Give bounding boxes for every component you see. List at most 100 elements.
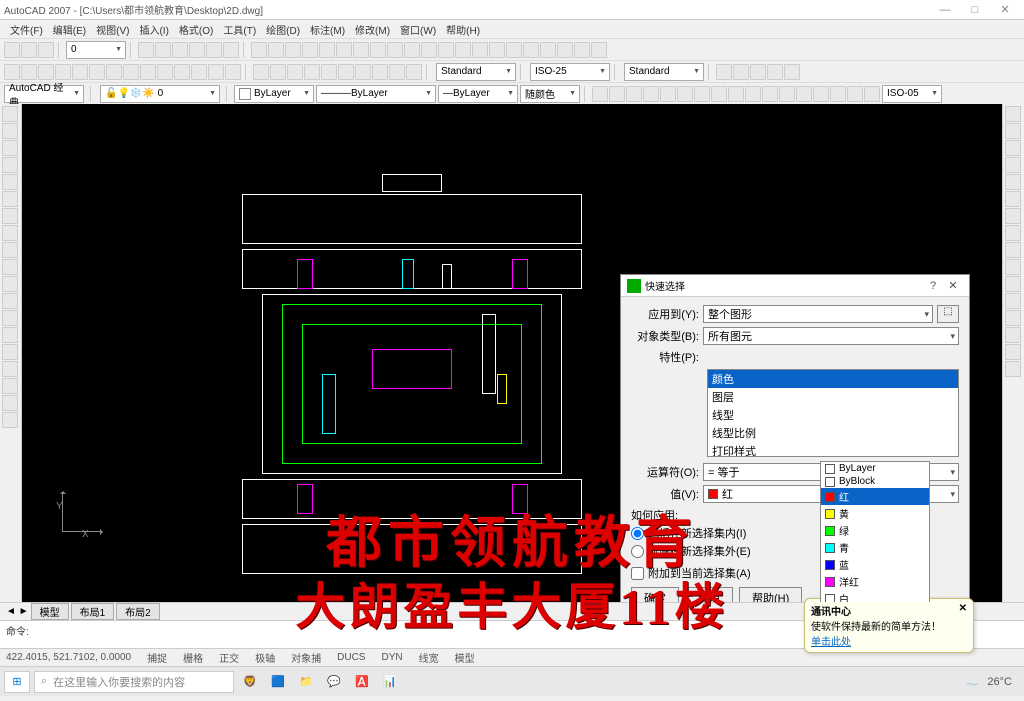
gradient-tool-icon[interactable]	[2, 361, 18, 377]
lineweight-dropdown[interactable]: — ByLayer	[438, 85, 518, 103]
color-option-yellow[interactable]: 黄	[821, 505, 929, 522]
tb-icon[interactable]	[189, 42, 205, 58]
tb-icon[interactable]	[716, 64, 732, 80]
tb-icon[interactable]	[750, 64, 766, 80]
menu-tools[interactable]: 工具(T)	[219, 22, 260, 37]
rotate-tool-icon[interactable]	[1005, 208, 1021, 224]
ellipsearc-tool-icon[interactable]	[2, 276, 18, 292]
notif-link[interactable]: 单击此处	[811, 637, 851, 648]
tb-icon[interactable]	[270, 64, 286, 80]
ok-button[interactable]: 确定	[631, 587, 679, 602]
tb-icon[interactable]	[172, 42, 188, 58]
polyline-tool-icon[interactable]	[2, 140, 18, 156]
menu-file[interactable]: 文件(F)	[6, 22, 47, 37]
tb-icon[interactable]	[643, 86, 659, 102]
tb-icon[interactable]	[389, 64, 405, 80]
tab-model[interactable]: 模型	[31, 603, 69, 620]
taskbar-app-icon[interactable]: 📁	[294, 671, 318, 693]
menu-dimension[interactable]: 标注(M)	[306, 22, 349, 37]
hatch-tool-icon[interactable]	[2, 344, 18, 360]
taskbar-app-icon[interactable]: 🅰️	[350, 671, 374, 693]
tb-icon[interactable]	[591, 42, 607, 58]
tb-icon[interactable]	[225, 64, 241, 80]
menu-help[interactable]: 帮助(H)	[442, 22, 484, 37]
tb-icon[interactable]	[55, 64, 71, 80]
arc-tool-icon[interactable]	[2, 191, 18, 207]
tb-icon[interactable]	[745, 86, 761, 102]
tb-icon[interactable]	[89, 64, 105, 80]
plotstyle-dropdown[interactable]: 随颜色	[520, 85, 580, 103]
status-lwt[interactable]: 线宽	[419, 650, 439, 665]
array-tool-icon[interactable]	[1005, 174, 1021, 190]
stretch-tool-icon[interactable]	[1005, 242, 1021, 258]
apply-to-select[interactable]: 整个图形	[703, 305, 933, 323]
tb-icon[interactable]	[336, 42, 352, 58]
tb-icon[interactable]	[370, 42, 386, 58]
status-dyn[interactable]: DYN	[381, 652, 402, 663]
move-tool-icon[interactable]	[1005, 191, 1021, 207]
tb-icon[interactable]	[830, 86, 846, 102]
color-dropdown[interactable]: ByLayer	[234, 85, 314, 103]
tb-icon[interactable]	[138, 42, 154, 58]
insert-tool-icon[interactable]	[2, 293, 18, 309]
object-type-select[interactable]: 所有图元	[703, 327, 959, 345]
tb-icon[interactable]	[155, 42, 171, 58]
block-tool-icon[interactable]	[2, 310, 18, 326]
status-snap[interactable]: 捕捉	[147, 650, 167, 665]
weather-icon[interactable]: ☁️	[966, 675, 980, 688]
tb-icon[interactable]	[319, 42, 335, 58]
menu-window[interactable]: 窗口(W)	[396, 22, 440, 37]
region-tool-icon[interactable]	[2, 378, 18, 394]
status-ducs[interactable]: DUCS	[337, 652, 365, 663]
taskbar-app-icon[interactable]: 💬	[322, 671, 346, 693]
color-option-magenta[interactable]: 洋红	[821, 573, 929, 590]
tb-icon[interactable]	[784, 64, 800, 80]
offset-tool-icon[interactable]	[1005, 157, 1021, 173]
revcloud-tool-icon[interactable]	[2, 225, 18, 241]
status-osnap[interactable]: 对象捕	[291, 650, 321, 665]
close-button[interactable]: ✕	[990, 3, 1020, 16]
linetype-dropdown[interactable]: ——— ByLayer	[316, 85, 436, 103]
tb-icon[interactable]	[592, 86, 608, 102]
tb-icon[interactable]	[762, 86, 778, 102]
polygon-tool-icon[interactable]	[2, 157, 18, 173]
trim-tool-icon[interactable]	[1005, 259, 1021, 275]
tb-icon[interactable]	[506, 42, 522, 58]
tab-layout1[interactable]: 布局1	[71, 603, 115, 620]
tb-icon[interactable]	[406, 64, 422, 80]
tb-icon[interactable]	[372, 64, 388, 80]
color-value-popup[interactable]: ByLayer ByBlock 红 黄 绿 青 蓝 洋红 白 选择颜色...	[820, 461, 930, 602]
tb-icon[interactable]	[21, 42, 37, 58]
tb-icon[interactable]	[455, 42, 471, 58]
help-button[interactable]: 帮助(H)	[739, 587, 802, 602]
tb-icon[interactable]	[206, 42, 222, 58]
tb-icon[interactable]	[302, 42, 318, 58]
color-option-cyan[interactable]: 青	[821, 539, 929, 556]
dialog-close-button[interactable]: ✕	[943, 279, 963, 292]
extend-tool-icon[interactable]	[1005, 276, 1021, 292]
tb-icon[interactable]	[438, 42, 454, 58]
tb-icon[interactable]	[523, 42, 539, 58]
select-objects-button[interactable]: ⬚	[937, 305, 959, 323]
list-item[interactable]: 线型比例	[708, 424, 958, 442]
break-tool-icon[interactable]	[1005, 293, 1021, 309]
mtext-tool-icon[interactable]	[2, 412, 18, 428]
tb-icon[interactable]	[208, 64, 224, 80]
point-tool-icon[interactable]	[2, 327, 18, 343]
dimstyle-dropdown[interactable]: ISO-25	[530, 63, 610, 81]
join-tool-icon[interactable]	[1005, 310, 1021, 326]
explode-tool-icon[interactable]	[1005, 361, 1021, 377]
tb-icon[interactable]	[626, 86, 642, 102]
color-option-red[interactable]: 红	[821, 488, 929, 505]
taskbar-app-icon[interactable]: 🟦	[266, 671, 290, 693]
color-option-bylayer[interactable]: ByLayer	[821, 462, 929, 475]
workspace-dropdown[interactable]: AutoCAD 经典	[4, 85, 84, 103]
tb-icon[interactable]	[472, 42, 488, 58]
dialog-help-button[interactable]: ?	[923, 280, 943, 292]
tab-layout2[interactable]: 布局2	[116, 603, 160, 620]
tb-icon[interactable]	[421, 42, 437, 58]
tb-icon[interactable]	[387, 42, 403, 58]
tb-icon[interactable]	[694, 86, 710, 102]
notif-close-icon[interactable]: ✕	[959, 603, 967, 618]
tablestyle-dropdown[interactable]: Standard	[624, 63, 704, 81]
